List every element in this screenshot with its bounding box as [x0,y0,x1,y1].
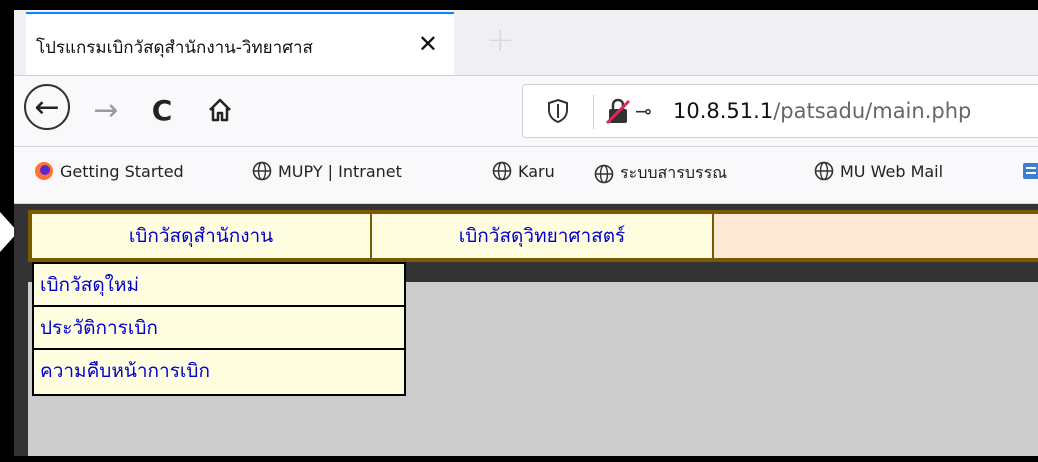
globe-icon [594,164,614,184]
tab-strip: โปรแกรมเบิกวัสดุสำนักงาน-วิทยาศาส ✕ + [14,10,1038,76]
bookmark-label: ระบบสารบรรณ [620,163,728,182]
bookmark-label: Getting Started [60,161,184,181]
dropdown-menu: เบิกวัสดุใหม่ ประวัติการเบิก ความคืบหน้า… [32,262,406,396]
firefox-icon [34,161,54,181]
tab-active[interactable]: โปรแกรมเบิกวัสดุสำนักงาน-วิทยาศาส ✕ [26,12,454,75]
bookmark-mupy-intranet[interactable]: MUPY | Intranet [252,161,402,181]
top-menu-bar: เบิกวัสดุสำนักงาน เบิกวัสดุวิทยาศาสตร์ [28,210,1038,262]
menu-office-supplies[interactable]: เบิกวัสดุสำนักงาน [32,214,372,258]
insecure-lock-icon[interactable] [605,97,631,125]
page-content: เบิกวัสดุสำนักงาน เบิกวัสดุวิทยาศาสตร์ เ… [14,204,1038,456]
menu-requisition-progress[interactable]: ความคืบหน้าการเบิก [34,350,404,394]
back-button[interactable]: ← [24,84,70,130]
bookmark-karu[interactable]: Karu [492,161,555,181]
url-path: /patsadu/main.php [773,99,972,123]
bookmarks-toolbar: Getting Started MUPY | Intranet Karu ระบ… [14,147,1038,204]
globe-icon [492,161,512,181]
menu-science-supplies[interactable]: เบิกวัสดุวิทยาศาสตร์ [372,214,714,258]
home-button[interactable] [200,90,240,130]
address-bar-separator [593,95,594,129]
navigation-toolbar: ← → C ⊸ 10.8.51.1/patsadu/main.php [14,76,1038,147]
globe-icon [252,161,272,181]
address-bar[interactable]: ⊸ 10.8.51.1/patsadu/main.php [522,84,1038,138]
back-arrow-icon: ← [34,89,60,125]
forward-arrow-icon: → [93,92,119,128]
menu-bar-filler [716,214,1038,258]
menu-new-requisition[interactable]: เบิกวัสดุใหม่ [34,264,404,307]
close-tab-icon[interactable]: ✕ [418,30,438,58]
bookmark-saraban[interactable]: ระบบสารบรรณ [594,161,727,186]
url-host: 10.8.51.1 [673,99,774,123]
browser-window: โปรแกรมเบิกวัสดุสำนักงาน-วิทยาศาส ✕ + ← … [14,10,1038,456]
tab-title: โปรแกรมเบิกวัสดุสำนักงาน-วิทยาศาส [36,38,313,58]
home-icon [209,98,231,122]
key-icon[interactable]: ⊸ [635,99,652,123]
bookmark-mu-web-mail[interactable]: MU Web Mail [814,161,943,181]
new-tab-icon[interactable]: + [486,20,515,60]
globe-icon [814,161,834,181]
reload-icon: C [151,93,173,127]
forward-button[interactable]: → [86,90,126,130]
bookmark-label: MUPY | Intranet [278,161,402,181]
bookmark-overflow-icon[interactable] [1022,161,1038,181]
bookmark-getting-started[interactable]: Getting Started [34,161,184,181]
menu-requisition-history[interactable]: ประวัติการเบิก [34,307,404,350]
bookmark-label: MU Web Mail [840,161,944,181]
shield-icon[interactable] [547,98,569,124]
url-text: 10.8.51.1/patsadu/main.php [673,99,971,123]
bookmark-label: Karu [518,161,555,181]
reload-button[interactable]: C [142,90,182,130]
